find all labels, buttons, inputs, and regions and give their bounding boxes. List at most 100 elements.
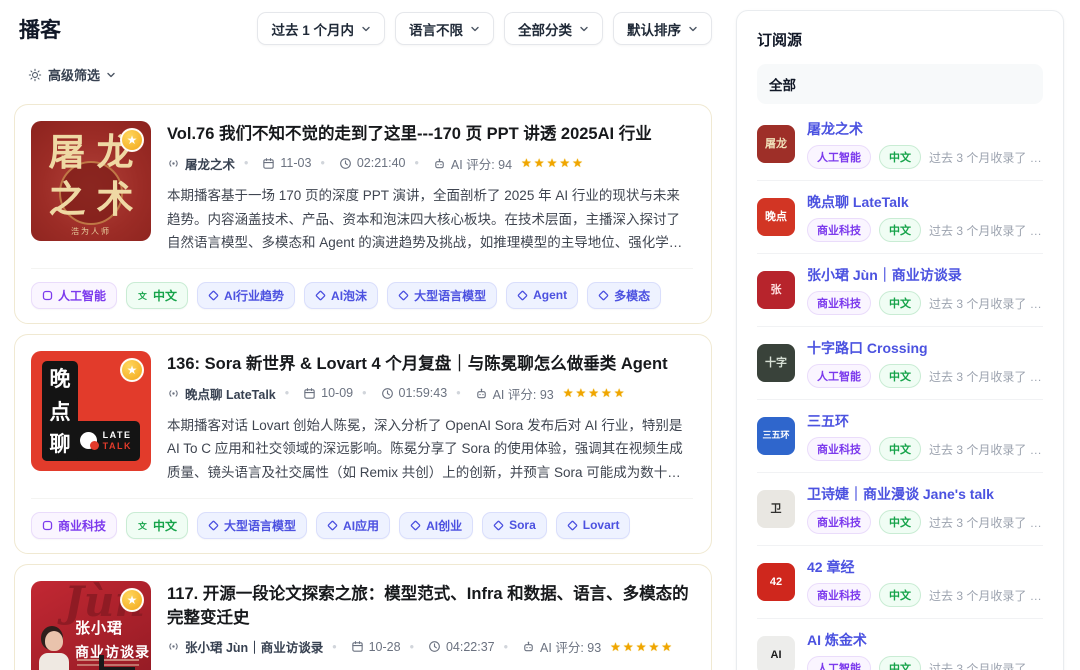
episode-card[interactable]: 屠 龙 之 术 浩为人师 ★ Vol.76 我们不知不觉的走到了这里---170… <box>14 104 712 324</box>
source-name[interactable]: 卫诗婕｜商业漫谈 Jane's talk <box>807 484 1043 504</box>
subscription-source-item[interactable]: 卫 卫诗婕｜商业漫谈 Jane's talk 商业科技 中文 过去 3 个月收录… <box>757 472 1043 545</box>
category-tag[interactable]: 商业科技 <box>31 512 117 539</box>
podcast-source[interactable]: 张小珺 Jùn｜商业访谈录 <box>167 637 323 656</box>
language-tag[interactable]: 文中文 <box>126 282 188 309</box>
language-tag[interactable]: 文中文 <box>126 512 188 539</box>
tag-label: 中文 <box>153 287 177 304</box>
source-cover-icon: 屠龙 <box>757 125 795 163</box>
filter-language[interactable]: 语言不限 <box>395 12 494 45</box>
calendar-icon <box>303 387 316 400</box>
featured-star-badge: ★ <box>120 358 144 382</box>
source-name[interactable]: 42 章经 <box>807 557 1043 577</box>
subscriptions-sidebar: 订阅源 全部 屠龙 屠龙之术 人工智能 中文 过去 3 个月收录了 6 集播客 … <box>736 10 1064 670</box>
featured-star-badge: ★ <box>120 588 144 612</box>
subscription-source-item[interactable]: 三五环 三五环 商业科技 中文 过去 3 个月收录了 6 集播客 <box>757 399 1043 472</box>
subscription-source-item[interactable]: 42 42 章经 商业科技 中文 过去 3 个月收录了 5 集播客 <box>757 545 1043 618</box>
cover-char: 之 <box>43 176 91 223</box>
cover-char: 术 <box>91 176 139 223</box>
broadcast-icon <box>167 387 180 400</box>
source-name[interactable]: 屠龙之术 <box>807 119 1043 139</box>
clock-icon <box>428 640 441 653</box>
cover-title-column: 晚 点 聊 <box>42 361 78 461</box>
topic-tag[interactable]: Agent <box>506 282 578 309</box>
episode-meta: 张小珺 Jùn｜商业访谈录 10-28 04:22:37 <box>167 637 693 656</box>
topic-tag[interactable]: AI泡沫 <box>304 282 378 309</box>
tag-label: 商业科技 <box>58 517 106 534</box>
filter-label: 默认排序 <box>627 19 681 39</box>
podcast-source[interactable]: 晚点聊 LateTalk <box>167 384 276 403</box>
subscription-source-item[interactable]: 晚点 晚点聊 LateTalk 商业科技 中文 过去 3 个月收录了 11 集播… <box>757 180 1043 253</box>
tag-label: 多模态 <box>614 287 650 304</box>
source-meta: 商业科技 中文 过去 3 个月收录了 11 集播客 <box>807 218 1043 242</box>
date-text: 10-28 <box>369 640 401 654</box>
subscription-source-item[interactable]: AI AI 炼金术 人工智能 中文 过去 3 个月收录了 8 集播客 <box>757 618 1043 670</box>
source-meta: 商业科技 中文 过去 3 个月收录了 8 集播客 <box>807 291 1043 315</box>
source-name[interactable]: 晚点聊 LateTalk <box>807 192 1043 212</box>
source-list: 屠龙 屠龙之术 人工智能 中文 过去 3 个月收录了 6 集播客 晚点 晚点聊 … <box>757 108 1043 670</box>
episode-title[interactable]: Vol.76 我们不知不觉的走到了这里---170 页 PPT 讲透 2025A… <box>167 123 693 147</box>
subscription-source-item[interactable]: 屠龙 屠龙之术 人工智能 中文 过去 3 个月收录了 6 集播客 <box>757 108 1043 180</box>
source-name[interactable]: 三五环 <box>807 411 1043 431</box>
clock-icon <box>381 387 394 400</box>
cover-char: 点 <box>50 396 71 426</box>
tag-label: AI创业 <box>426 517 462 534</box>
advanced-filter-toggle[interactable]: 高级筛选 <box>28 65 116 84</box>
source-name[interactable]: 张小珺 Jùn｜商业访谈录 <box>807 265 1043 285</box>
episode-cover-art[interactable]: 屠 龙 之 术 浩为人师 ★ <box>31 121 151 241</box>
chevron-down-icon <box>688 24 698 34</box>
episode-title[interactable]: 117. 开源一段论文探索之旅：模型范式、Infra 和数据、语言、多模态的完整… <box>167 583 693 631</box>
translate-icon: 文 <box>137 520 148 531</box>
cover-char: 晚 <box>50 363 71 393</box>
language-tag: 中文 <box>879 656 921 670</box>
category-tag: 人工智能 <box>807 145 871 169</box>
episode-cover-art[interactable]: LATE TALK 晚 点 聊 ★ <box>31 351 151 471</box>
source-name[interactable]: AI 炼金术 <box>807 630 1043 650</box>
cover-char: 屠 <box>43 129 91 176</box>
episode-meta: 屠龙之术 11-03 02:21:40 <box>167 154 693 173</box>
robot-icon <box>522 640 535 653</box>
filter-time-range[interactable]: 过去 1 个月内 <box>257 12 385 45</box>
sidebar-filter-all[interactable]: 全部 <box>757 64 1043 104</box>
source-meta: 商业科技 中文 过去 3 个月收录了 4 集播客 <box>807 510 1043 534</box>
topic-tag[interactable]: AI创业 <box>399 512 473 539</box>
podcast-name: 张小珺 Jùn｜商业访谈录 <box>185 637 323 656</box>
source-stat: 过去 3 个月收录了 8 集播客 <box>929 295 1043 312</box>
topic-tag[interactable]: AI行业趋势 <box>197 282 295 309</box>
podcast-source[interactable]: 屠龙之术 <box>167 154 235 173</box>
gear-icon <box>28 68 42 82</box>
cover-char: 聊 <box>50 428 71 458</box>
date-text: 11-03 <box>280 156 311 170</box>
episode-card[interactable]: Jùn 张小珺 商业访谈录 ★ 117. 开源一段论文探索之旅：模 <box>14 564 712 670</box>
topic-tag[interactable]: 多模态 <box>587 282 661 309</box>
subscription-source-item[interactable]: 张 张小珺 Jùn｜商业访谈录 商业科技 中文 过去 3 个月收录了 8 集播客 <box>757 253 1043 326</box>
cover-caption: 浩为人师 <box>31 226 151 237</box>
category-tag: 商业科技 <box>807 583 871 607</box>
topic-tag[interactable]: 大型语言模型 <box>197 512 307 539</box>
diamond-icon <box>208 520 219 531</box>
source-cover-icon: AI <box>757 636 795 670</box>
episode-cover-art[interactable]: Jùn 张小珺 商业访谈录 ★ <box>31 581 151 670</box>
source-stat: 过去 3 个月收录了 6 集播客 <box>929 441 1043 458</box>
filter-label: 全部分类 <box>518 19 572 39</box>
episode-list: 屠 龙 之 术 浩为人师 ★ Vol.76 我们不知不觉的走到了这里---170… <box>14 104 712 670</box>
topic-tag[interactable]: Sora <box>482 512 547 539</box>
filter-sort[interactable]: 默认排序 <box>613 12 712 45</box>
star-rating: ★★★★★ <box>521 156 585 170</box>
episode-title[interactable]: 136: Sora 新世界 & Lovart 4 个月复盘｜与陈冕聊怎么做垂类 … <box>167 353 693 377</box>
svg-text:文: 文 <box>138 290 147 301</box>
episode-card[interactable]: LATE TALK 晚 点 聊 ★ 136: Sora 新世界 & Lovart… <box>14 334 712 554</box>
topic-tag[interactable]: 大型语言模型 <box>387 282 497 309</box>
filter-category[interactable]: 全部分类 <box>504 12 603 45</box>
language-tag: 中文 <box>879 437 921 461</box>
episode-date: 10-09 <box>276 386 353 400</box>
date-text: 10-09 <box>321 386 353 400</box>
category-tag[interactable]: 人工智能 <box>31 282 117 309</box>
topic-tag[interactable]: Lovart <box>556 512 631 539</box>
tag-label: 大型语言模型 <box>414 287 486 304</box>
category-tag: 人工智能 <box>807 364 871 388</box>
subscription-source-item[interactable]: 十字 十字路口 Crossing 人工智能 中文 过去 3 个月收录了 12 集… <box>757 326 1043 399</box>
episode-duration: 02:21:40 <box>311 156 405 170</box>
source-name[interactable]: 十字路口 Crossing <box>807 338 1043 358</box>
chevron-down-icon <box>579 24 589 34</box>
topic-tag[interactable]: AI应用 <box>316 512 390 539</box>
